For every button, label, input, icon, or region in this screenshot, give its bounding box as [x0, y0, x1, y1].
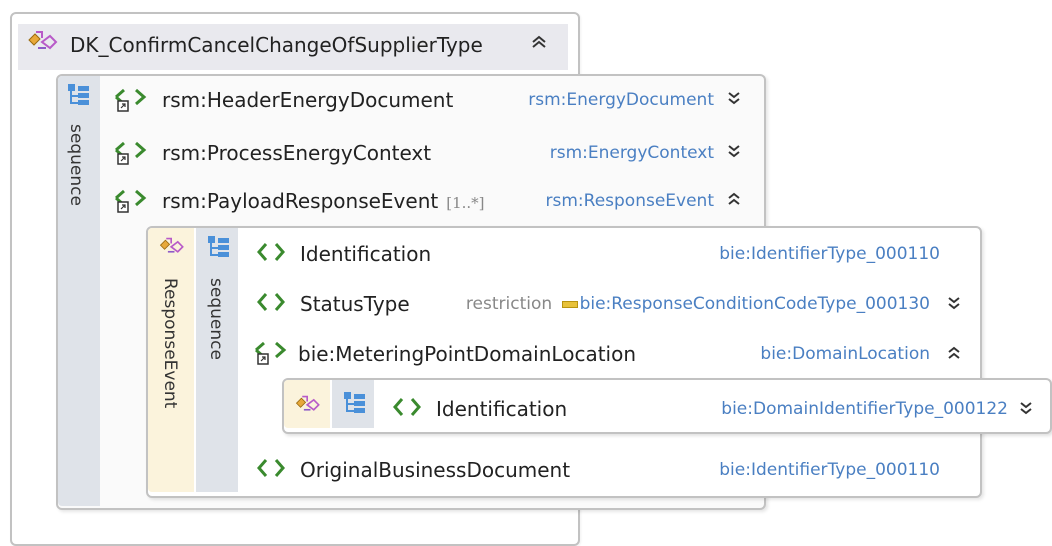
element-type-restriction: restriction bie:ResponseConditionCodeTyp… [466, 294, 930, 314]
element-type: bie:IdentifierType_000110 [719, 244, 940, 264]
expand-chevron-icon[interactable] [726, 143, 742, 159]
complex-type-icon [26, 28, 60, 54]
element-name[interactable]: Identification [300, 242, 431, 266]
complex-type-icon [158, 234, 186, 258]
element-type: bie:IdentifierType_000110 [719, 460, 940, 480]
element-name[interactable]: rsm:ProcessEnergyContext [162, 141, 431, 165]
sequence-strip [196, 228, 238, 492]
element-type: bie:DomainIdentifierType_000122 [721, 399, 1008, 419]
expand-chevron-icon[interactable] [726, 90, 742, 106]
element-type: rsm:EnergyDocument [528, 90, 714, 110]
collapse-chevron-icon[interactable] [530, 33, 548, 51]
element-ref-icon [114, 85, 154, 113]
element-type: rsm:EnergyContext [549, 143, 714, 163]
sequence-label: sequence [66, 124, 86, 206]
element-icon [256, 241, 290, 263]
multiplicity: [1..*] [446, 194, 485, 212]
restriction-bar-icon [561, 300, 578, 308]
complex-type-label: ResponseEvent [160, 278, 180, 409]
complex-type-title: DK_ConfirmCancelChangeOfSupplierType [70, 33, 483, 57]
sequence-icon [206, 234, 232, 260]
element-ref-icon [114, 186, 154, 214]
element-type: bie:DomainLocation [760, 344, 930, 364]
element-name[interactable]: Identification [436, 397, 567, 421]
element-icon [256, 291, 290, 313]
sequence-icon [342, 390, 368, 416]
element-name[interactable]: OriginalBusinessDocument [300, 458, 570, 482]
collapse-chevron-icon[interactable] [726, 191, 742, 207]
complex-type-icon [294, 392, 322, 416]
element-icon [256, 457, 290, 479]
element-name-text: rsm:PayloadResponseEvent [162, 189, 439, 213]
restriction-type: bie:ResponseConditionCodeType_000130 [579, 294, 930, 314]
sequence-icon [66, 82, 92, 108]
expand-chevron-icon[interactable] [946, 295, 962, 311]
collapse-chevron-icon[interactable] [946, 345, 962, 361]
element-ref-icon [254, 338, 294, 366]
element-name[interactable]: rsm:HeaderEnergyDocument [162, 88, 453, 112]
element-type: rsm:ResponseEvent [545, 191, 714, 211]
element-icon [392, 396, 426, 418]
element-name[interactable]: bie:MeteringPointDomainLocation [298, 342, 636, 366]
expand-chevron-icon[interactable] [1018, 400, 1034, 416]
element-ref-icon [114, 138, 154, 166]
restriction-label: restriction [465, 294, 553, 314]
sequence-label: sequence [206, 278, 226, 360]
element-name[interactable]: StatusType [300, 292, 410, 316]
element-name[interactable]: rsm:PayloadResponseEvent [1..*] [162, 189, 485, 213]
